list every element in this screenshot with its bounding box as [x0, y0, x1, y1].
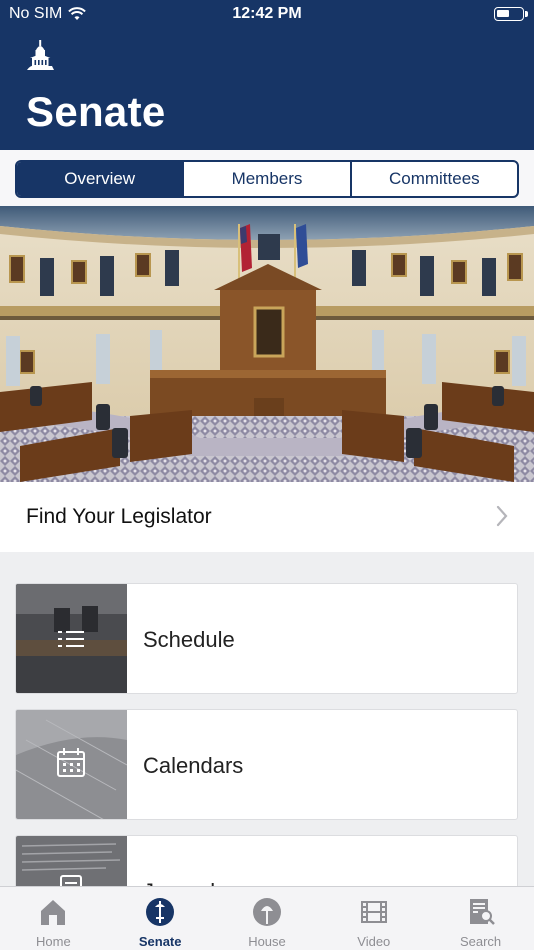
- tabbar-video[interactable]: Video: [320, 887, 427, 950]
- tab-members[interactable]: Members: [184, 162, 352, 196]
- find-your-legislator-row[interactable]: Find Your Legislator: [0, 482, 534, 552]
- status-time: 12:42 PM: [232, 5, 302, 22]
- tabbar-video-label: Video: [357, 934, 391, 949]
- tab-overview[interactable]: Overview: [17, 162, 185, 196]
- tabbar-senate[interactable]: Senate: [107, 887, 214, 950]
- home-icon: [41, 900, 66, 925]
- calendars-thumbnail: [16, 710, 127, 819]
- battery-icon: [494, 7, 528, 21]
- tabbar-search-label: Search: [459, 934, 502, 949]
- search-icon: [469, 899, 495, 925]
- tab-committees[interactable]: Committees: [352, 162, 517, 196]
- find-legislator-label: Find Your Legislator: [26, 505, 212, 528]
- tabbar-home[interactable]: Home: [0, 887, 107, 950]
- page-title: Senate: [26, 88, 166, 135]
- bottom-tab-bar: Home Senate House Video Search: [0, 886, 534, 950]
- tabbar-senate-label: Senate: [138, 934, 182, 949]
- status-bar: No SIM 12:42 PM: [0, 0, 534, 30]
- tabbar-search[interactable]: Search: [427, 887, 534, 950]
- calendars-title: Calendars: [143, 752, 244, 778]
- schedule-title: Schedule: [143, 626, 235, 652]
- tabbar-house[interactable]: House: [214, 887, 321, 950]
- segmented-control: Overview Members Committees: [15, 160, 519, 198]
- house-icon: [252, 898, 281, 926]
- film-icon: [360, 901, 387, 923]
- chevron-right-icon: [496, 505, 508, 527]
- schedule-thumbnail: [16, 584, 127, 693]
- senate-chamber-photo: [0, 206, 534, 482]
- senate-icon: [146, 898, 175, 926]
- tabbar-home-label: Home: [36, 934, 71, 949]
- calendars-card[interactable]: Calendars: [15, 709, 518, 820]
- segment-area: Overview Members Committees: [0, 150, 534, 206]
- tabbar-house-label: House: [248, 934, 286, 949]
- schedule-card[interactable]: Schedule: [15, 583, 518, 694]
- app-header: No SIM 12:42 PM Senate: [0, 0, 534, 150]
- statehouse-logo-icon: [27, 40, 54, 70]
